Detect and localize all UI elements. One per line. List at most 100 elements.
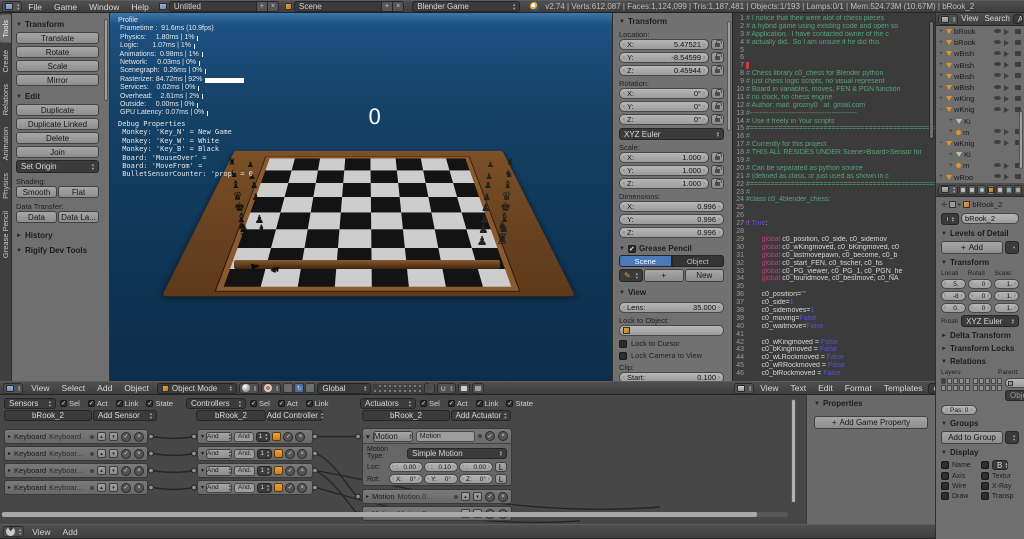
filter-checkbox-act[interactable]: ✓ Act (88, 399, 108, 408)
pass-index-field[interactable]: ‹ Pas: 0 › (941, 405, 977, 415)
close-icon[interactable]: × (297, 449, 307, 459)
cursor-select-icon[interactable] (1004, 107, 1012, 113)
rotation-mode-select[interactable]: XYZ Euler ▴ ▾ (619, 128, 724, 140)
outliner-row[interactable]: + wBish (936, 60, 1024, 71)
render-toggle-icon[interactable] (1015, 40, 1021, 45)
pin-icon[interactable] (90, 452, 94, 456)
check-icon[interactable]: ✓ (121, 449, 131, 459)
eye-icon[interactable] (994, 107, 1001, 111)
render-opengl-icon[interactable] (458, 383, 470, 394)
outliner-row[interactable]: − wKnig (936, 138, 1024, 149)
actuator-row[interactable]: ▸ MotionMotion.0... ▴ ▾ ✓ × (362, 489, 512, 504)
lens-field[interactable]: ‹ Lens: 35.000 › (619, 302, 724, 313)
tab-constraints-icon[interactable] (996, 185, 1004, 195)
layers-grid[interactable] (373, 384, 422, 393)
rot-axis-field[interactable]: ‹ Y: 0° › (424, 474, 458, 484)
controller-row[interactable]: ▾ And ▴ ▾ And. 1 ▴ ▾ ✓ × (197, 463, 313, 478)
mirror-button[interactable]: Mirror (16, 74, 99, 86)
controller-name-field[interactable]: And. (234, 449, 255, 459)
join-button[interactable]: Join (16, 146, 99, 158)
controller-type-select[interactable]: And ▴ ▾ (206, 432, 232, 442)
text-menu-view[interactable]: View (754, 382, 784, 394)
axis-field[interactable]: ‹ X: 0° › (619, 88, 709, 99)
view-menu-select[interactable]: Select (56, 382, 92, 394)
data-layout-button[interactable]: Data La... (58, 211, 99, 223)
pin-icon[interactable] (478, 434, 482, 438)
grease-pencil-checkbox[interactable]: ✓ (628, 245, 636, 253)
close-icon[interactable]: × (134, 432, 144, 442)
text-menu-edit[interactable]: Edit (812, 382, 839, 394)
smooth-button[interactable]: Smooth (16, 186, 57, 198)
gp-scene-tab[interactable]: Scene (619, 255, 672, 267)
eye-icon[interactable] (994, 40, 1001, 44)
gp-new-button[interactable]: New (685, 269, 725, 282)
pivot-center-select[interactable]: ▴ ▾ (261, 383, 281, 394)
transform-mini-field[interactable]: ‹ 0 › (968, 291, 993, 301)
close-scene-button[interactable]: × (393, 1, 404, 12)
editor-type-select[interactable]: ▴ ▾ (938, 185, 958, 195)
rot-axis-field[interactable]: ‹ Z: 0° › (459, 474, 493, 484)
filter-checkbox-link[interactable]: ✓ Link (476, 399, 499, 408)
expand-icon[interactable]: + (938, 29, 944, 35)
state-select[interactable]: 1 ▴ ▾ (257, 466, 272, 476)
add-layout-button[interactable]: + (257, 1, 268, 12)
filter-checkbox-state[interactable]: ✓ State (146, 399, 173, 408)
expand-icon[interactable]: ▾ (201, 450, 204, 457)
eye-icon[interactable] (994, 85, 1001, 89)
expand-icon[interactable]: − (938, 107, 944, 113)
axis-field[interactable]: ‹ X: 0.996 › (619, 201, 724, 212)
loc-axis-field[interactable]: ‹:0.00 › (389, 462, 423, 472)
lock-object-field[interactable] (619, 325, 724, 336)
panel-levels-of-detail[interactable]: ▼ Levels of Detail (941, 229, 1019, 238)
delete-button[interactable]: Delete (16, 132, 99, 144)
check-icon[interactable]: ✓ (121, 466, 131, 476)
axis-field[interactable]: ‹ Z: 0° › (619, 114, 709, 125)
controller-name-field[interactable]: And. (234, 483, 255, 493)
panel-game-properties[interactable]: ▼ Properties (814, 399, 928, 408)
text-menu-text[interactable]: Text (785, 382, 813, 394)
expand-icon[interactable]: ▸ (8, 450, 11, 457)
local-toggle[interactable]: L (495, 474, 507, 484)
expand-icon[interactable]: ▸ (366, 493, 369, 500)
cursor-select-icon[interactable] (1004, 163, 1012, 169)
gp-add-button[interactable]: + (644, 269, 684, 282)
outliner-scrollbar[interactable] (1019, 111, 1023, 169)
eye-icon[interactable] (994, 140, 1001, 144)
rotate-button[interactable]: Rotate (16, 46, 99, 58)
controller-name-field[interactable]: And (234, 432, 254, 442)
lock-cursor-checkbox[interactable]: ✓ (619, 340, 627, 348)
controller-type-select[interactable]: And ▴ ▾ (206, 466, 232, 476)
lock-icon[interactable] (711, 88, 724, 99)
check-icon[interactable]: ✓ (285, 466, 295, 476)
data-button[interactable]: Data (16, 211, 57, 223)
axis-field[interactable]: ‹ X: 5.47521 › (619, 39, 709, 50)
panel-rigify[interactable]: ▼ Rigify Dev Tools (16, 246, 99, 255)
outliner-row[interactable]: + m (936, 127, 1024, 138)
expand-icon[interactable]: + (938, 174, 944, 180)
orientation-select[interactable]: Global ▴ ▾ (317, 383, 371, 394)
motion-actuator[interactable]: ▾ Motion ▴ ▾ Motion ✓ × Motion Type: Simpl… (362, 428, 512, 486)
display-option-name[interactable]: ✓Name (941, 460, 979, 470)
logic-editor[interactable]: Sensors ▴ ▾ ✓ Sel ✓ Act ✓ Link ✓ State bRook_2 Ad… (0, 395, 935, 524)
controller-type-select[interactable]: And ▴ ▾ (206, 483, 232, 493)
controllers-filter-select[interactable]: Controllers ▴ ▾ (186, 398, 246, 409)
priority-icon[interactable] (274, 483, 283, 492)
toolshelf-tab-relations[interactable]: Relations (0, 79, 11, 120)
panel-transform[interactable]: ▼ Transform (941, 258, 1019, 267)
tab-world-icon[interactable] (977, 185, 985, 195)
check-icon[interactable]: ✓ (121, 483, 131, 493)
expand-icon[interactable]: + (948, 118, 954, 124)
display-option-bounds[interactable]: ✓B▴▾ (981, 460, 1019, 470)
panel-transform[interactable]: ▼ Transform (16, 20, 99, 29)
manipulator-scale-icon[interactable]: ⤢ (305, 383, 315, 393)
filter-checkbox-sel[interactable]: ✓ Sel (420, 399, 440, 408)
transform-mini-field[interactable]: ‹ 1. › (994, 303, 1019, 313)
mode-select[interactable]: Object Mode ▴ ▾ (157, 383, 237, 394)
group-menu-button[interactable]: ▴ ▾ (1005, 431, 1019, 444)
outliner-row[interactable]: + bRook (936, 26, 1024, 37)
sensor-row[interactable]: ▸ Keyboard Keyboar... ▴ ▾ ✓ × (4, 480, 148, 495)
state-select[interactable]: 1 ▴ ▾ (256, 432, 271, 442)
check-icon[interactable]: ✓ (121, 432, 131, 442)
view-menu-view[interactable]: View (25, 382, 55, 394)
priority-icon[interactable] (272, 432, 281, 441)
